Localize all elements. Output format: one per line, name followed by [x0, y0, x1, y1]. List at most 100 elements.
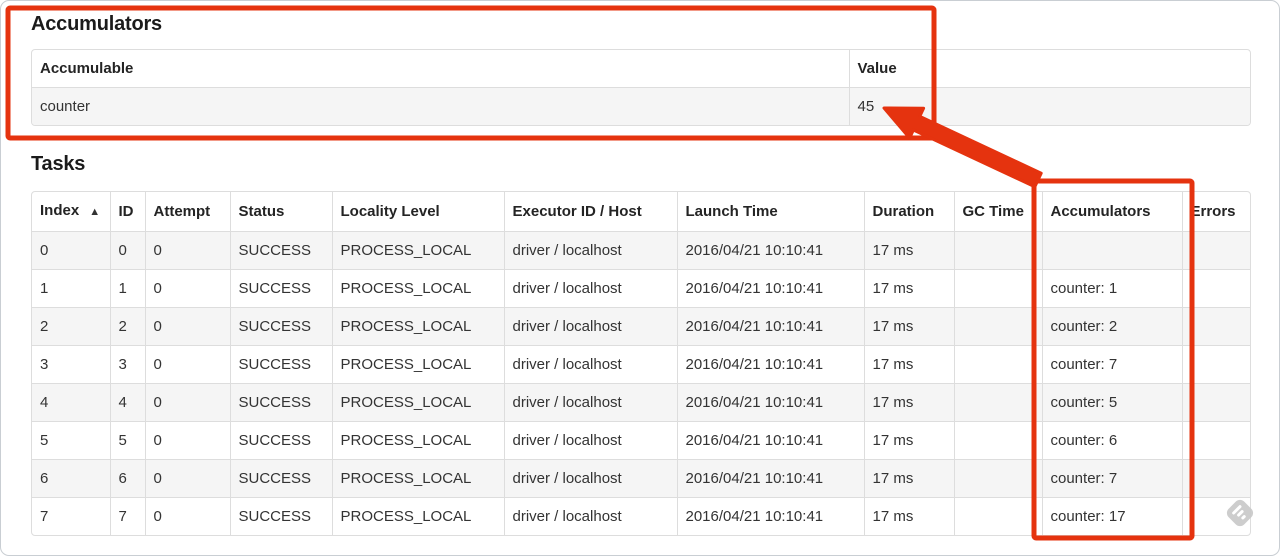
column-header-id[interactable]: ID: [110, 192, 146, 232]
table-cell: counter: 17: [1042, 497, 1183, 535]
table-cell: driver / localhost: [504, 459, 678, 498]
table-cell: [954, 307, 1043, 346]
table-row: counter 45: [32, 87, 1250, 125]
accumulators-section-title: Accumulators: [31, 13, 162, 35]
column-header-duration[interactable]: Duration: [864, 192, 955, 232]
table-cell: 2: [110, 307, 146, 346]
table-cell: 7: [110, 497, 146, 535]
table-cell: SUCCESS: [230, 307, 333, 346]
table-cell: 2016/04/21 10:10:41: [677, 383, 865, 422]
table-cell: PROCESS_LOCAL: [332, 421, 505, 460]
table-cell: 2016/04/21 10:10:41: [677, 345, 865, 384]
table-cell: 0: [145, 269, 231, 308]
table-cell: 5: [110, 421, 146, 460]
table-header-row: Accumulable Value: [32, 50, 1250, 88]
column-header-executor-id-host[interactable]: Executor ID / Host: [504, 192, 678, 232]
table-cell: 45: [849, 87, 1250, 125]
table-cell: 0: [32, 231, 111, 270]
table-cell: PROCESS_LOCAL: [332, 497, 505, 535]
table-cell: 17 ms: [864, 497, 955, 535]
table-cell: 17 ms: [864, 459, 955, 498]
table-cell: [954, 345, 1043, 384]
table-cell: SUCCESS: [230, 345, 333, 384]
table-cell: 17 ms: [864, 383, 955, 422]
table-cell: counter: [32, 87, 850, 125]
table-cell: 4: [110, 383, 146, 422]
column-header-status[interactable]: Status: [230, 192, 333, 232]
table-cell: PROCESS_LOCAL: [332, 269, 505, 308]
table-cell: 4: [32, 383, 111, 422]
table-cell: 0: [110, 231, 146, 270]
table-cell: SUCCESS: [230, 459, 333, 498]
table-cell: counter: 1: [1042, 269, 1183, 308]
table-cell: 2: [32, 307, 111, 346]
table-cell: 5: [32, 421, 111, 460]
table-row: 5 5 0 SUCCESS PROCESS_LOCAL driver / localhos…: [32, 421, 1250, 460]
table-cell: 0: [145, 345, 231, 384]
table-cell: 3: [32, 345, 111, 384]
table-cell: SUCCESS: [230, 497, 333, 535]
table-cell: 17 ms: [864, 421, 955, 460]
table-cell: 2016/04/21 10:10:41: [677, 269, 865, 308]
column-header-locality-level[interactable]: Locality Level: [332, 192, 505, 232]
table-row: 1 1 0 SUCCESS PROCESS_LOCAL driver / localhos…: [32, 269, 1250, 308]
table-cell: [1182, 269, 1250, 308]
table-cell: PROCESS_LOCAL: [332, 345, 505, 384]
table-cell: SUCCESS: [230, 231, 333, 270]
table-cell: driver / localhost: [504, 345, 678, 384]
table-row: 2 2 0 SUCCESS PROCESS_LOCAL driver / localhos…: [32, 307, 1250, 346]
table-cell: driver / localhost: [504, 307, 678, 346]
spark-ui-stage-page: Accumulators Accumulable Value counter 45 …: [0, 0, 1280, 556]
column-header-errors[interactable]: Errors: [1182, 192, 1250, 232]
table-cell: PROCESS_LOCAL: [332, 383, 505, 422]
column-header-gc-time[interactable]: GC Time: [954, 192, 1043, 232]
table-cell: 17 ms: [864, 269, 955, 308]
table-row: 0 0 0 SUCCESS PROCESS_LOCAL driver / localhos…: [32, 231, 1250, 270]
table-cell: 0: [145, 459, 231, 498]
table-cell: [1182, 231, 1250, 270]
table-cell: 0: [145, 231, 231, 270]
table-cell: 2016/04/21 10:10:41: [677, 459, 865, 498]
table-cell: counter: 6: [1042, 421, 1183, 460]
sort-ascending-icon: ▲: [89, 206, 101, 218]
table-cell: 0: [145, 307, 231, 346]
column-header-launch-time[interactable]: Launch Time: [677, 192, 865, 232]
column-header-accumulators[interactable]: Accumulators: [1042, 192, 1183, 232]
table-cell: 2016/04/21 10:10:41: [677, 231, 865, 270]
table-cell: counter: 7: [1042, 459, 1183, 498]
table-cell: 2016/04/21 10:10:41: [677, 421, 865, 460]
table-cell: PROCESS_LOCAL: [332, 459, 505, 498]
table-cell: driver / localhost: [504, 497, 678, 535]
table-cell: [1182, 421, 1250, 460]
table-cell: [1042, 231, 1183, 270]
table-cell: 0: [145, 383, 231, 422]
table-cell: [954, 269, 1043, 308]
table-cell: SUCCESS: [230, 269, 333, 308]
table-row: 6 6 0 SUCCESS PROCESS_LOCAL driver / localhos…: [32, 459, 1250, 498]
column-header-value[interactable]: Value: [849, 50, 1250, 88]
accumulators-table-body: counter 45: [32, 87, 1250, 125]
tasks-table-header: Index ▲ ID Attempt Status Locality Level Execu…: [32, 192, 1250, 232]
column-header-accumulable[interactable]: Accumulable: [32, 50, 850, 88]
tasks-section-title: Tasks: [31, 153, 86, 175]
table-cell: driver / localhost: [504, 269, 678, 308]
table-cell: 0: [145, 421, 231, 460]
table-cell: 1: [32, 269, 111, 308]
table-cell: 2016/04/21 10:10:41: [677, 307, 865, 346]
table-cell: 17 ms: [864, 307, 955, 346]
table-cell: [1182, 383, 1250, 422]
table-cell: counter: 2: [1042, 307, 1183, 346]
table-cell: PROCESS_LOCAL: [332, 231, 505, 270]
table-row: 7 7 0 SUCCESS PROCESS_LOCAL driver / localhos…: [32, 497, 1250, 535]
table-row: 3 3 0 SUCCESS PROCESS_LOCAL driver / localhos…: [32, 345, 1250, 384]
table-cell: [954, 421, 1043, 460]
table-cell: counter: 5: [1042, 383, 1183, 422]
watermark-stripe: [1240, 514, 1247, 521]
table-header-row: Index ▲ ID Attempt Status Locality Level Execu…: [32, 192, 1250, 232]
table-cell: [954, 231, 1043, 270]
table-cell: [1182, 459, 1250, 498]
table-cell: 6: [110, 459, 146, 498]
table-cell: PROCESS_LOCAL: [332, 307, 505, 346]
column-header-index[interactable]: Index ▲: [32, 192, 111, 232]
column-header-attempt[interactable]: Attempt: [145, 192, 231, 232]
